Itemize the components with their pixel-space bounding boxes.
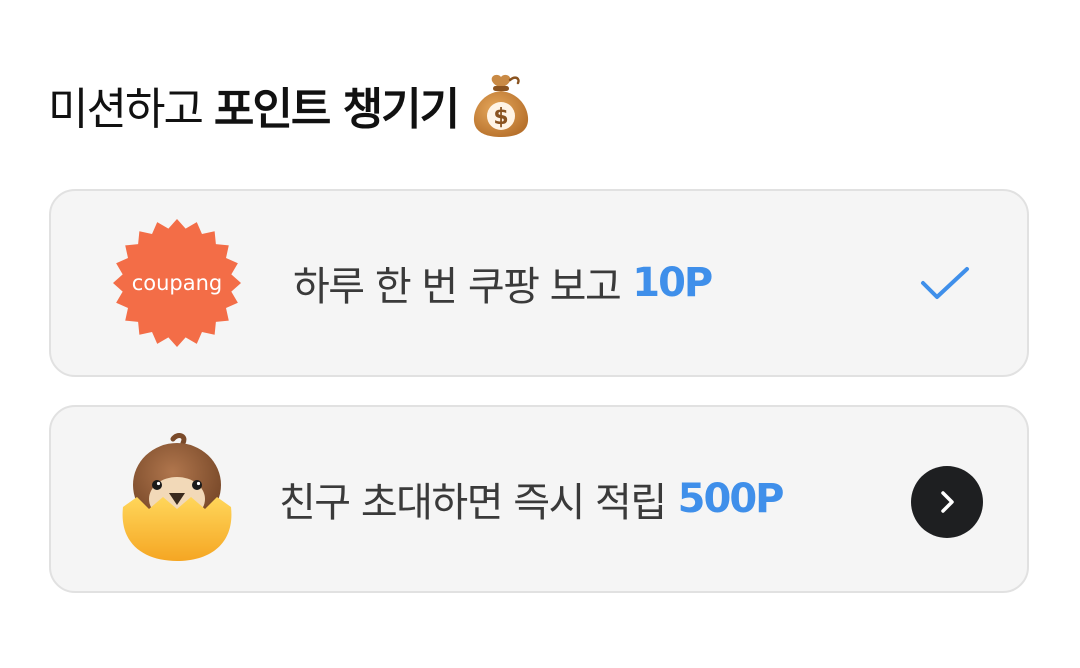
coupang-logo-text: coupang (132, 271, 223, 295)
title-plain: 미션하고 (48, 84, 204, 135)
mission-label: 친구 초대하면 즉시 적립 (279, 480, 667, 526)
mission-text: 친구 초대하면 즉시 적립 500P (279, 407, 785, 591)
section-title: 미션하고 포인트 챙기기 (48, 73, 460, 137)
title-bold: 포인트 챙기기 (213, 84, 460, 135)
section-header: 미션하고 포인트 챙기기 $ (48, 70, 532, 140)
mission-points: 500P (677, 476, 785, 522)
mission-card-invite[interactable]: 친구 초대하면 즉시 적립 500P (49, 405, 1029, 593)
mission-label: 하루 한 번 쿠팡 보고 (293, 264, 622, 310)
go-mission-button[interactable] (911, 466, 983, 538)
mission-points: 10P (632, 260, 713, 306)
check-icon (921, 267, 969, 299)
chevron-right-icon (941, 491, 954, 513)
coupang-logo: coupang (113, 219, 241, 347)
mission-card-coupang[interactable]: coupang 하루 한 번 쿠팡 보고 10P (49, 189, 1029, 377)
mission-text: 하루 한 번 쿠팡 보고 10P (293, 191, 713, 375)
chick-in-egg-icon (122, 433, 232, 561)
money-bag-icon: $ (474, 74, 529, 137)
svg-text:$: $ (493, 105, 508, 130)
